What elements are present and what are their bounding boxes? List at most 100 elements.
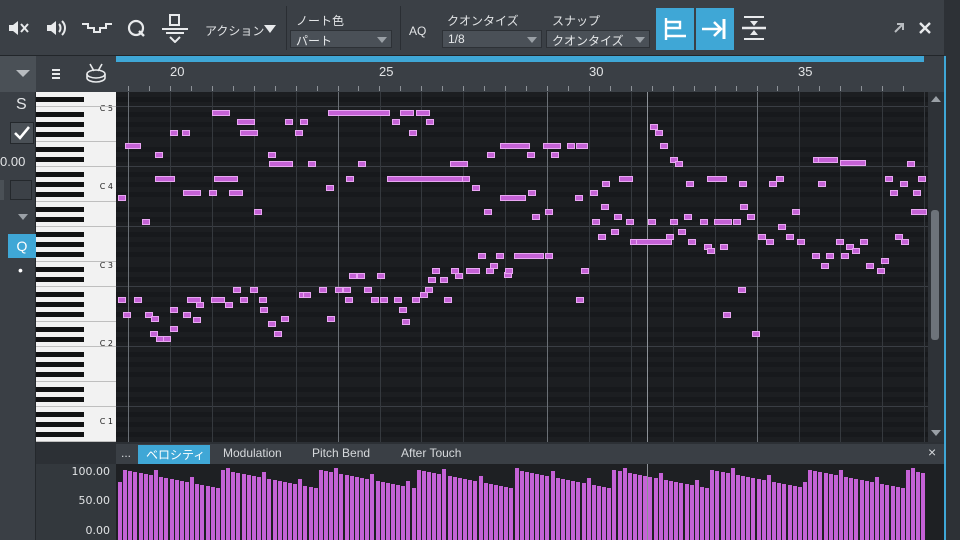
midi-note[interactable]	[821, 263, 829, 269]
velocity-bar[interactable]	[375, 481, 380, 540]
velocity-bar[interactable]	[184, 482, 189, 540]
midi-note[interactable]	[170, 307, 178, 313]
midi-note[interactable]	[778, 224, 786, 230]
midi-note[interactable]	[409, 130, 417, 136]
velocity-bar[interactable]	[174, 480, 179, 540]
velocity-bar[interactable]	[833, 475, 838, 540]
tab-modulation[interactable]: Modulation	[223, 446, 282, 460]
velocity-bar[interactable]	[324, 471, 328, 540]
velocity-bar[interactable]	[885, 485, 890, 540]
velocity-bar[interactable]	[488, 484, 493, 540]
midi-note[interactable]	[308, 161, 316, 167]
velocity-bar[interactable]	[741, 476, 746, 540]
midi-note[interactable]	[380, 297, 388, 303]
velocity-bar[interactable]	[437, 474, 442, 540]
black-key[interactable]	[36, 362, 84, 367]
black-key[interactable]	[36, 412, 84, 417]
velocity-bar[interactable]	[782, 484, 787, 540]
paint-tool-icon[interactable]	[158, 10, 192, 46]
midi-note[interactable]	[399, 307, 407, 313]
midi-note[interactable]	[343, 287, 351, 293]
velocity-bar[interactable]	[787, 485, 792, 540]
midi-note[interactable]	[455, 273, 463, 279]
velocity-bar[interactable]	[133, 472, 138, 540]
piano-keyboard[interactable]: C 5 C 4 C 3 C 2 C 1	[36, 92, 116, 442]
midi-note[interactable]	[890, 190, 898, 196]
velocity-bar[interactable]	[452, 477, 457, 540]
quantize-select[interactable]: 1/8	[442, 30, 542, 48]
midi-note[interactable]	[268, 321, 276, 327]
velocity-bar[interactable]	[159, 477, 164, 540]
black-key[interactable]	[36, 132, 84, 137]
black-key[interactable]	[36, 252, 84, 257]
velocity-bar[interactable]	[179, 481, 184, 540]
midi-note[interactable]	[387, 176, 467, 182]
velocity-bar[interactable]	[911, 468, 916, 540]
velocity-bar[interactable]	[566, 480, 571, 540]
midi-note[interactable]	[514, 253, 544, 259]
velocity-bar[interactable]	[916, 472, 921, 540]
midi-note[interactable]	[840, 160, 866, 166]
midi-note[interactable]	[237, 119, 255, 125]
velocity-bar[interactable]	[282, 482, 287, 540]
velocity-bar[interactable]	[360, 478, 365, 540]
midi-note[interactable]	[377, 273, 385, 279]
velocity-bar[interactable]	[478, 476, 483, 540]
black-key[interactable]	[36, 372, 84, 377]
midi-note[interactable]	[440, 277, 448, 283]
black-key[interactable]	[36, 172, 84, 177]
velocity-bar[interactable]	[493, 485, 498, 540]
midi-note[interactable]	[707, 176, 727, 182]
snap-select[interactable]: クオンタイズ	[546, 30, 650, 48]
midi-note[interactable]	[118, 297, 126, 303]
midi-note[interactable]	[619, 176, 633, 182]
velocity-bar[interactable]	[123, 470, 128, 540]
velocity-bar[interactable]	[226, 468, 231, 540]
velocity-bar[interactable]	[689, 485, 694, 540]
velocity-bar[interactable]	[663, 480, 668, 540]
midi-note[interactable]	[209, 190, 217, 196]
midi-note[interactable]	[738, 287, 746, 293]
velocity-bar[interactable]	[308, 487, 313, 540]
velocity-editor[interactable]	[116, 464, 944, 540]
black-key[interactable]	[36, 312, 84, 317]
close-icon[interactable]	[914, 10, 936, 46]
chevron-down-icon[interactable]	[264, 25, 276, 33]
midi-note[interactable]	[818, 157, 838, 163]
midi-note[interactable]	[484, 209, 492, 215]
velocity-bar[interactable]	[736, 475, 740, 540]
midi-note[interactable]	[543, 143, 561, 149]
midi-note[interactable]	[911, 209, 927, 215]
midi-note[interactable]	[877, 268, 885, 274]
drum-icon[interactable]	[84, 62, 108, 84]
velocity-bar[interactable]	[390, 484, 395, 540]
midi-note[interactable]	[170, 130, 178, 136]
velocity-bar[interactable]	[148, 475, 153, 540]
midi-note[interactable]	[155, 176, 175, 182]
velocity-bar[interactable]	[411, 488, 416, 540]
velocity-bar[interactable]	[334, 468, 339, 540]
quantize-q-icon[interactable]	[122, 10, 150, 46]
midi-note[interactable]	[576, 143, 588, 149]
velocity-bar[interactable]	[730, 468, 735, 540]
midi-note[interactable]	[581, 268, 589, 274]
midi-note[interactable]	[211, 297, 225, 303]
midi-note[interactable]	[575, 195, 583, 201]
midi-note[interactable]	[733, 219, 741, 225]
midi-note[interactable]	[660, 143, 668, 149]
midi-note[interactable]	[611, 229, 619, 235]
black-key[interactable]	[36, 122, 84, 127]
velocity-bar[interactable]	[550, 471, 555, 540]
tab-velocity[interactable]: ベロシティ	[146, 446, 205, 463]
midi-note[interactable]	[335, 287, 343, 293]
midi-note[interactable]	[327, 316, 335, 322]
velocity-bar[interactable]	[669, 481, 674, 540]
midi-note[interactable]	[212, 110, 230, 116]
velocity-bar[interactable]	[849, 478, 854, 540]
velocity-bar[interactable]	[869, 482, 874, 540]
velocity-bar[interactable]	[530, 473, 534, 540]
midi-note[interactable]	[392, 119, 400, 125]
velocity-bar[interactable]	[200, 485, 205, 540]
velocity-bar[interactable]	[880, 484, 885, 540]
black-key[interactable]	[36, 267, 84, 272]
